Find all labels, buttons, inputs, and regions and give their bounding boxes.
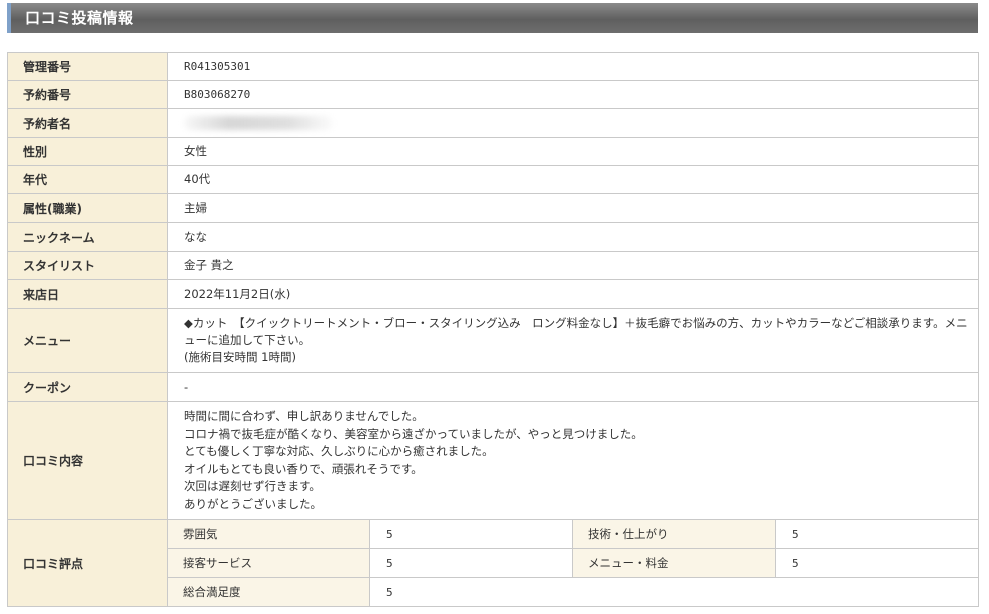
review-line: オイルもとても良い香りで、頑張れそうです。 <box>184 461 423 476</box>
coupon-value: - <box>166 372 980 402</box>
coupon-label: クーポン <box>7 372 168 402</box>
management-number-value: R041305301 <box>166 52 980 81</box>
menu-description: ◆カット 【クイックトリートメント・ブロー・スタイリング込み ロング料金なし】＋… <box>184 316 968 347</box>
row-stylist: スタイリスト 金子 貴之 <box>7 251 980 280</box>
row-reservation-number: 予約番号 B803068270 <box>7 80 980 109</box>
gender-value: 女性 <box>166 137 980 166</box>
reserver-name-value <box>166 108 980 138</box>
row-review: 口コミ内容 時間に間に合わず、申し訳ありませんでした。 コロナ禍で抜毛症が酷くな… <box>7 401 980 520</box>
row-score-1: 口コミ評点 雰囲気 5 技術・仕上がり 5 <box>7 519 980 607</box>
overall-value: 5 <box>368 577 980 607</box>
review-post-page: 口コミ投稿情報 管理番号 R041305301 予約番号 B803068270 … <box>0 0 989 614</box>
atmosphere-label: 雰囲気 <box>167 519 370 549</box>
row-reserver-name: 予約者名 <box>7 108 980 138</box>
section-title: 口コミ投稿情報 <box>7 3 978 33</box>
stylist-value: 金子 貴之 <box>166 251 980 280</box>
row-coupon: クーポン - <box>7 372 980 402</box>
management-number-label: 管理番号 <box>7 52 168 81</box>
review-line: とても優しく丁寧な対応、久しぶりに心から癒されました。 <box>184 444 494 458</box>
review-line: コロナ禍で抜毛症が酷くなり、美容室から遠ざかっていましたが、やっと見つけました。 <box>184 426 643 441</box>
review-text: 時間に間に合わず、申し訳ありませんでした。 コロナ禍で抜毛症が酷くなり、美容室か… <box>166 401 980 520</box>
technique-label: 技術・仕上がり <box>572 519 776 549</box>
row-nickname: ニックネーム なな <box>7 222 980 252</box>
occupation-value: 主婦 <box>166 193 980 223</box>
reservation-number-label: 予約番号 <box>7 80 168 109</box>
age-value: 40代 <box>166 165 980 194</box>
menu-duration: (施術目安時間 1時間) <box>184 350 296 364</box>
age-label: 年代 <box>7 165 168 194</box>
review-line: ありがとうございました。 <box>184 496 322 511</box>
visit-date-label: 来店日 <box>7 279 168 309</box>
review-label: 口コミ内容 <box>7 401 168 520</box>
occupation-label: 属性(職業) <box>7 193 168 223</box>
atmosphere-value: 5 <box>369 519 573 549</box>
review-info-table: 管理番号 R041305301 予約番号 B803068270 予約者名 性別 … <box>7 52 980 607</box>
blurred-name-mask <box>184 116 334 130</box>
nickname-label: ニックネーム <box>7 222 168 252</box>
visit-date-value: 2022年11月2日(水) <box>166 279 980 309</box>
row-management-number: 管理番号 R041305301 <box>7 52 980 81</box>
review-line: 次回は遅刻せず行きます。 <box>184 479 321 493</box>
row-menu: メニュー ◆カット 【クイックトリートメント・ブロー・スタイリング込み ロング料… <box>7 308 980 373</box>
reserver-name-label: 予約者名 <box>7 108 168 138</box>
service-value: 5 <box>369 548 573 578</box>
service-label: 接客サービス <box>167 548 370 578</box>
row-occupation: 属性(職業) 主婦 <box>7 193 980 223</box>
menu-value: ◆カット 【クイックトリートメント・ブロー・スタイリング込み ロング料金なし】＋… <box>166 308 980 373</box>
row-age: 年代 40代 <box>7 165 980 194</box>
menu-price-value: 5 <box>774 548 980 578</box>
row-visit-date: 来店日 2022年11月2日(水) <box>7 279 980 309</box>
row-gender: 性別 女性 <box>7 137 980 166</box>
stylist-label: スタイリスト <box>7 251 168 280</box>
review-line: 時間に間に合わず、申し訳ありませんでした。 <box>184 409 424 423</box>
gender-label: 性別 <box>7 137 168 166</box>
reservation-number-value: B803068270 <box>166 80 980 109</box>
technique-value: 5 <box>774 519 980 549</box>
menu-label: メニュー <box>7 308 168 373</box>
nickname-value: なな <box>166 222 980 252</box>
overall-label: 総合満足度 <box>167 577 370 607</box>
scores-label: 口コミ評点 <box>7 519 168 607</box>
menu-price-label: メニュー・料金 <box>572 548 776 578</box>
